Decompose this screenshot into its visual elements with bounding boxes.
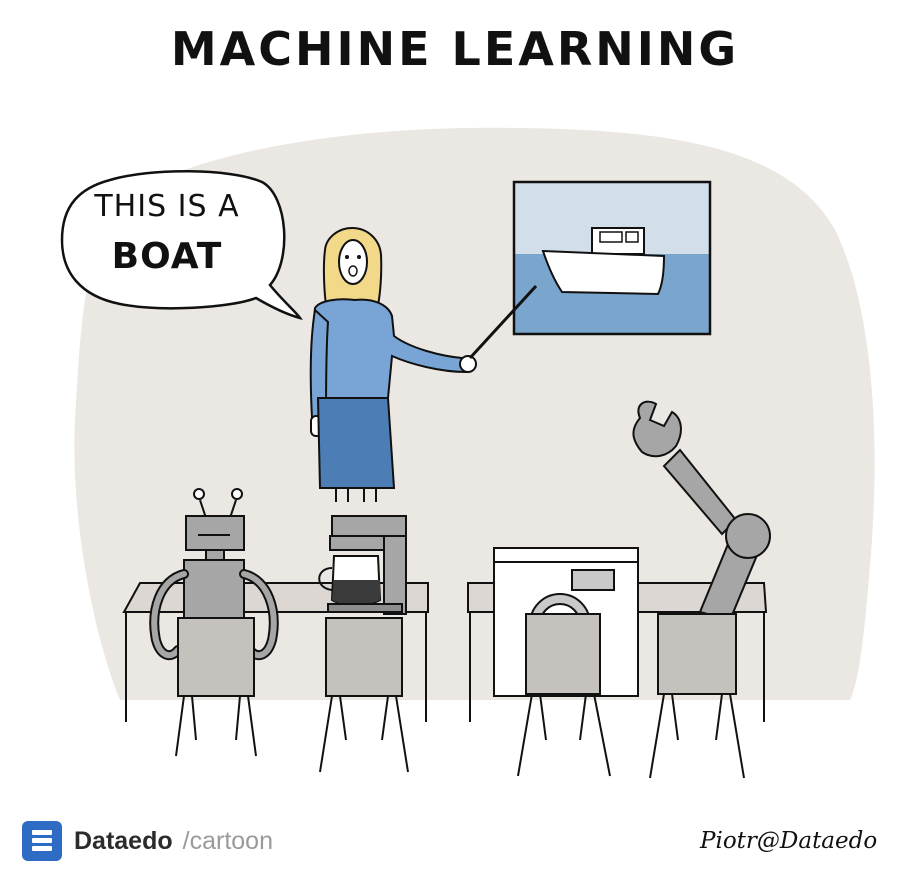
cartoon-title: MACHINE LEARNING bbox=[170, 22, 740, 76]
chair-1 bbox=[175, 617, 257, 757]
speech-line-1: THIS IS A bbox=[94, 189, 240, 224]
artist-signature: Piotr@Dataedo bbox=[700, 828, 878, 854]
speech-line-2: BOAT bbox=[111, 235, 223, 277]
brand-footer: Dataedo /cartoon bbox=[22, 820, 273, 862]
boat-picture bbox=[512, 180, 712, 336]
cartoon-illustration bbox=[60, 127, 875, 779]
speech-text: THIS IS A BOAT bbox=[62, 188, 272, 279]
brand-subtitle: /cartoon bbox=[182, 826, 273, 855]
brand-name: Dataedo bbox=[74, 826, 173, 855]
chair-2 bbox=[319, 617, 409, 773]
cartoon-canvas: MACHINE LEARNING THIS IS A BOAT Dataedo … bbox=[0, 0, 910, 880]
dataedo-logo-icon bbox=[22, 821, 62, 861]
chair-3 bbox=[517, 613, 611, 777]
